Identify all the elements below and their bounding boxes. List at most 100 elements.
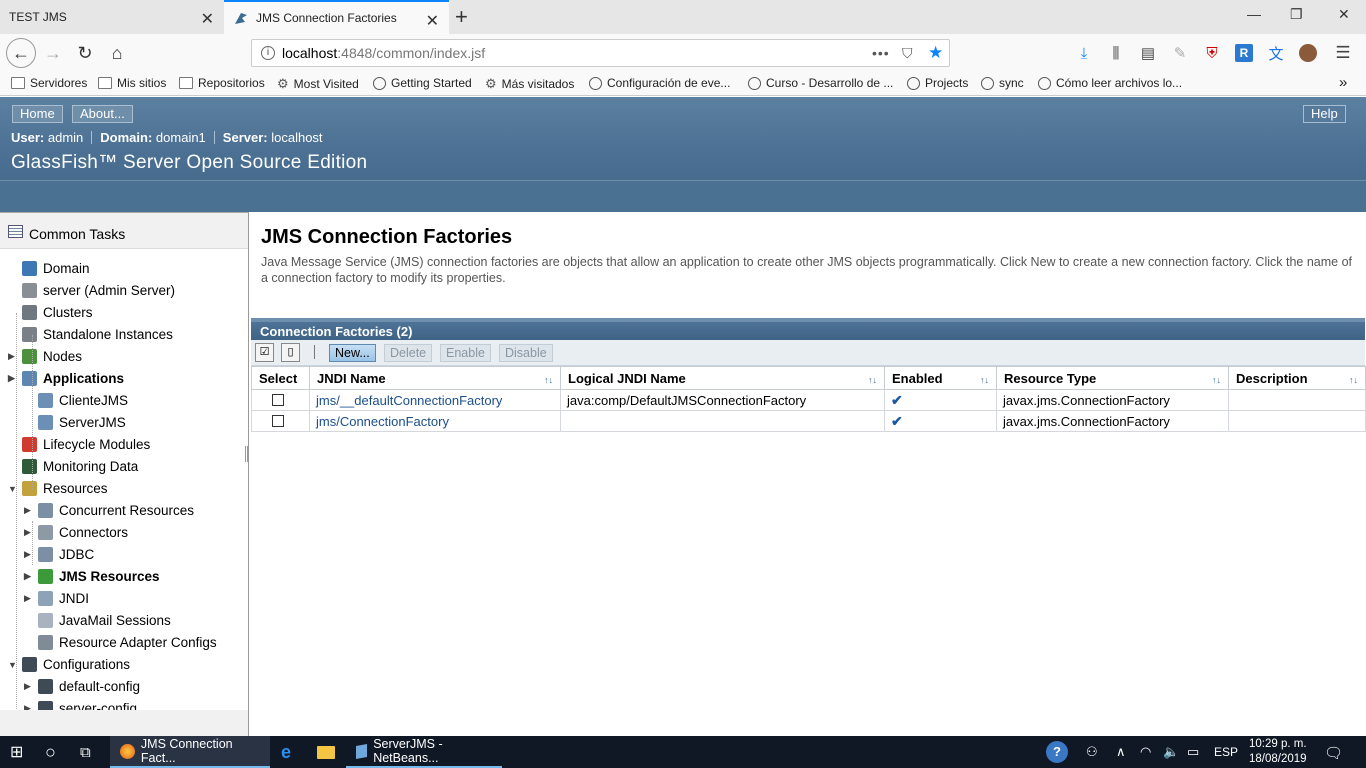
tree-item-concurrent-resources[interactable]: ▶ Concurrent Resources — [24, 503, 194, 518]
tree-item-javamail-sessions[interactable]: JavaMail Sessions — [38, 613, 171, 628]
tree-item-jdbc[interactable]: ▶ JDBC — [24, 547, 94, 562]
battery-icon[interactable]: ▭ — [1187, 744, 1199, 760]
library-icon[interactable]: ⫼ — [1107, 44, 1125, 62]
bookmark-curso[interactable]: Curso - Desarrollo de ... — [748, 76, 893, 90]
volume-icon[interactable]: 🔈 — [1163, 744, 1179, 760]
page-actions-icon[interactable]: ••• — [872, 45, 890, 61]
help-button[interactable]: Help — [1303, 105, 1346, 123]
sort-icon[interactable]: ↑↓ — [1212, 375, 1221, 385]
windows-start-icon[interactable]: ⊞ — [10, 736, 23, 768]
bookmark-star-icon[interactable]: ★ — [928, 43, 943, 63]
row-checkbox[interactable] — [272, 414, 284, 427]
column-header-logical-jndi-name[interactable]: Logical JNDI Name ↑↓ — [560, 366, 885, 390]
edge-icon[interactable]: e — [281, 736, 291, 768]
collapsed-arrow-icon[interactable]: ▶ — [24, 571, 31, 582]
tree-item-clusters[interactable]: Clusters — [22, 305, 93, 320]
browser-tab-test-jms[interactable]: TEST JMS ✕ — [0, 0, 224, 34]
profile-avatar-icon[interactable] — [1299, 44, 1317, 62]
tree-item-server-admin-server[interactable]: server (Admin Server) — [22, 283, 175, 298]
sort-icon[interactable]: ↑↓ — [980, 375, 989, 385]
close-tab-icon[interactable]: ✕ — [201, 9, 214, 29]
pane-splitter[interactable] — [245, 446, 248, 462]
clock[interactable]: 10:29 p. m. 18/08/2019 — [1249, 737, 1307, 767]
window-close-icon[interactable]: ✕ — [1338, 6, 1350, 23]
delete-button[interactable]: Delete — [384, 344, 433, 362]
collapsed-arrow-icon[interactable]: ▶ — [24, 549, 31, 560]
tree-item-lifecycle-modules[interactable]: Lifecycle Modules — [22, 437, 150, 452]
help-tray-icon[interactable]: ? — [1046, 741, 1068, 763]
tree-item-jndi[interactable]: ▶ JNDI — [24, 591, 89, 606]
action-center-icon[interactable]: 🗨 — [1324, 744, 1343, 762]
sort-icon[interactable]: ↑↓ — [544, 375, 553, 385]
tree-item-default-config[interactable]: ▶ default-config — [24, 679, 140, 694]
bookmark-most-visited[interactable]: ⚙ Most Visited — [277, 76, 359, 92]
taskbar-firefox[interactable]: JMS Connection Fact... — [110, 736, 270, 768]
jndi-name-link[interactable]: jms/ConnectionFactory — [316, 414, 449, 429]
collapsed-arrow-icon[interactable]: ▶ — [8, 351, 15, 362]
tree-item-clientejms[interactable]: ClienteJMS — [38, 393, 128, 408]
row-checkbox[interactable] — [272, 393, 284, 406]
column-header-jndi-name[interactable]: JNDI Name ↑↓ — [309, 366, 561, 390]
home-button[interactable]: Home — [12, 105, 63, 123]
column-header-enabled[interactable]: Enabled ↑↓ — [884, 366, 997, 390]
people-icon[interactable]: ⚇ — [1086, 744, 1098, 760]
sort-icon[interactable]: ↑↓ — [1349, 375, 1358, 385]
bookmark-sync[interactable]: sync — [981, 76, 1024, 90]
extension-r-icon[interactable]: R — [1235, 44, 1253, 62]
bookmark-como-leer[interactable]: Cómo leer archivos lo... — [1038, 76, 1182, 90]
tree-item-serverjms[interactable]: ServerJMS — [38, 415, 126, 430]
tree-item-resource-adapter-configs[interactable]: Resource Adapter Configs — [38, 635, 217, 650]
taskbar-netbeans[interactable]: ServerJMS - NetBeans... — [346, 736, 502, 768]
bookmark-configuracion[interactable]: Configuración de eve... — [589, 76, 730, 90]
collapsed-arrow-icon[interactable]: ▶ — [24, 527, 31, 538]
new-button[interactable]: New... — [329, 344, 376, 362]
reload-icon[interactable]: ↻ — [72, 40, 98, 66]
about-button[interactable]: About... — [72, 105, 133, 123]
url-bar[interactable]: i localhost:4848/common/index.jsf ••• ⛉ … — [251, 39, 950, 67]
tree-item-configurations[interactable]: ▼ Configurations — [8, 657, 130, 672]
collapsed-arrow-icon[interactable]: ▶ — [8, 373, 15, 384]
extension-shield-icon[interactable]: ⛨ — [1203, 44, 1221, 62]
menu-hamburger-icon[interactable]: ☰ — [1334, 43, 1352, 62]
deselect-all-icon[interactable]: ▯ — [281, 343, 300, 362]
tree-item-connectors[interactable]: ▶ Connectors — [24, 525, 128, 540]
disable-button[interactable]: Disable — [499, 344, 553, 362]
new-tab-icon[interactable]: + — [455, 4, 468, 30]
browser-tab-jms-connection-factories[interactable]: JMS Connection Factories ✕ — [224, 0, 449, 34]
tree-item-resources[interactable]: ▼ Resources — [8, 481, 108, 496]
jndi-name-link[interactable]: jms/__defaultConnectionFactory — [316, 393, 502, 408]
sidebar-icon[interactable]: ▤ — [1139, 44, 1157, 62]
taskbar-file-explorer[interactable] — [317, 736, 335, 768]
column-header-resource-type[interactable]: Resource Type ↑↓ — [996, 366, 1229, 390]
bookmark-getting-started[interactable]: Getting Started — [373, 76, 472, 90]
bookmark-mas-visitados[interactable]: ⚙ Más visitados — [485, 76, 574, 92]
language-indicator[interactable]: ESP — [1214, 745, 1238, 759]
site-info-icon[interactable]: i — [261, 46, 275, 60]
tree-item-standalone-instances[interactable]: Standalone Instances — [22, 327, 173, 342]
select-all-icon[interactable]: ☑ — [255, 343, 274, 362]
collapsed-arrow-icon[interactable]: ▶ — [24, 681, 31, 692]
enable-button[interactable]: Enable — [440, 344, 491, 362]
show-hidden-icons-icon[interactable]: ∧ — [1116, 744, 1126, 760]
collapsed-arrow-icon[interactable]: ▶ — [24, 593, 31, 604]
bookmark-projects[interactable]: Projects — [907, 76, 968, 90]
bookmark-servidores[interactable]: Servidores — [11, 76, 87, 90]
tree-item-nodes[interactable]: ▶ Nodes — [8, 349, 82, 364]
tree-item-monitoring-data[interactable]: Monitoring Data — [22, 459, 138, 474]
bookmark-mis-sitios[interactable]: Mis sitios — [98, 76, 166, 90]
downloads-icon[interactable]: ⤓ — [1075, 44, 1093, 62]
tree-item-applications[interactable]: ▶ Applications — [8, 371, 124, 386]
tree-item-domain[interactable]: Domain — [22, 261, 90, 276]
search-circle-icon[interactable]: ○ — [45, 736, 56, 768]
bookmarks-overflow-icon[interactable]: » — [1339, 74, 1347, 91]
close-tab-icon[interactable]: ✕ — [426, 11, 439, 31]
restore-icon[interactable]: ❐ — [1290, 6, 1303, 23]
bookmark-repositorios[interactable]: Repositorios — [179, 76, 265, 90]
home-icon[interactable]: ⌂ — [104, 40, 130, 66]
task-view-icon[interactable]: ⧉ — [80, 736, 91, 768]
sort-icon[interactable]: ↑↓ — [868, 375, 877, 385]
common-tasks-tab[interactable]: Common Tasks — [0, 213, 248, 249]
minimize-icon[interactable]: — — [1247, 6, 1261, 22]
tree-item-jms-resources[interactable]: ▶ JMS Resources — [24, 569, 160, 584]
pen-icon[interactable]: ✎ — [1171, 44, 1189, 62]
